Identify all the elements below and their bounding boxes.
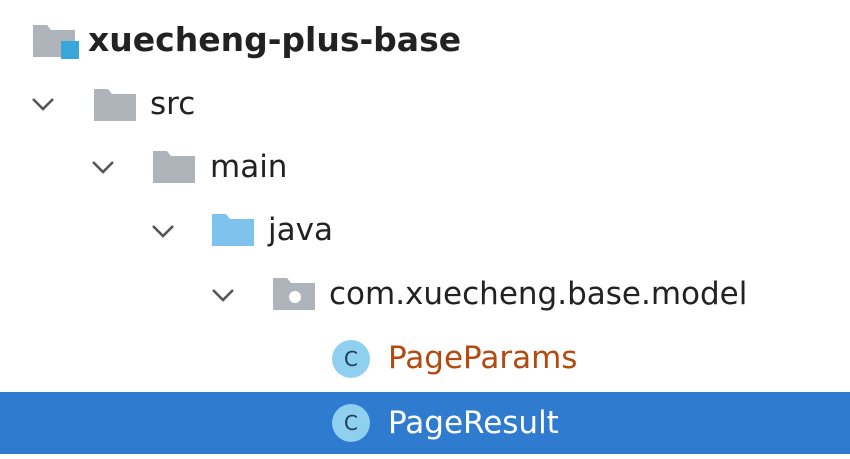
module-folder-icon	[31, 23, 81, 61]
class-badge-letter: C	[344, 347, 358, 371]
project-tree: xuecheng-plus-base src main java com.xue…	[0, 0, 850, 459]
tree-row-class-pageresult[interactable]: C PageResult	[0, 392, 850, 454]
chevron-down-icon[interactable]	[208, 280, 238, 310]
folder-icon	[92, 87, 138, 123]
class-label-pageparams: PageParams	[388, 340, 578, 376]
tree-row-src[interactable]: src	[0, 73, 850, 133]
chevron-down-icon[interactable]	[28, 89, 58, 119]
class-icon: C	[330, 338, 372, 380]
class-badge-letter: C	[344, 411, 358, 435]
chevron-down-icon[interactable]	[148, 216, 178, 246]
package-label: com.xuecheng.base.model	[329, 276, 748, 312]
tree-row-java[interactable]: java	[0, 200, 850, 260]
tree-row-class-pageparams[interactable]: C PageParams	[0, 328, 850, 388]
folder-icon	[151, 149, 197, 185]
package-icon	[271, 276, 317, 312]
tree-row-module[interactable]: xuecheng-plus-base	[0, 10, 850, 70]
chevron-down-icon[interactable]	[88, 152, 118, 182]
tree-row-main[interactable]: main	[0, 136, 850, 196]
tree-row-package[interactable]: com.xuecheng.base.model	[0, 264, 850, 324]
class-icon: C	[330, 402, 372, 444]
module-label: xuecheng-plus-base	[88, 20, 462, 59]
folder-label-main: main	[210, 149, 288, 185]
folder-label-src: src	[150, 86, 196, 122]
folder-label-java: java	[268, 212, 333, 248]
source-root-folder-icon	[210, 212, 256, 248]
class-label-pageresult: PageResult	[388, 405, 559, 441]
